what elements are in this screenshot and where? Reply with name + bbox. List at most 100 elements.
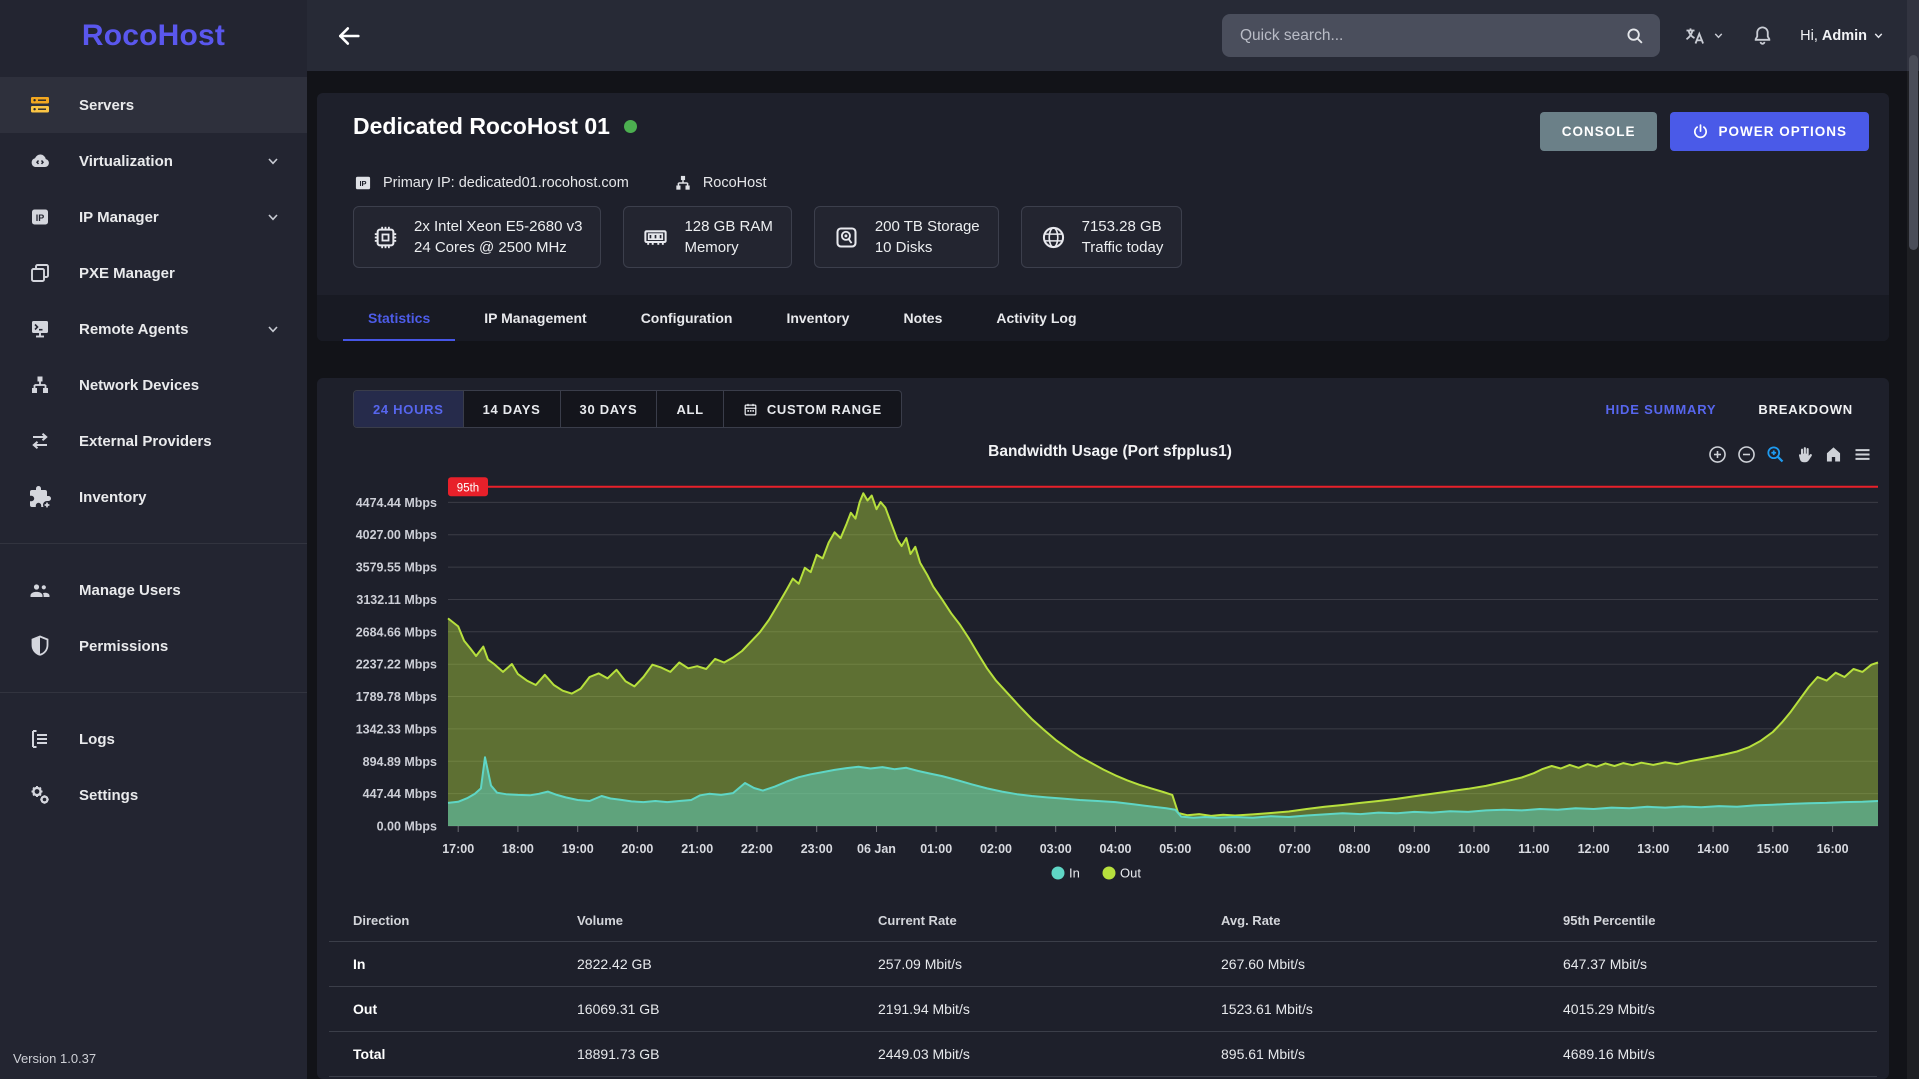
zoom-select-icon[interactable] <box>1765 444 1786 465</box>
tab-statistics[interactable]: Statistics <box>341 295 457 341</box>
summary-cell: 4015.29 Mbit/s <box>1563 986 1877 1031</box>
sidebar-item-network-devices[interactable]: Network Devices <box>0 357 307 413</box>
tab-notes[interactable]: Notes <box>876 295 969 341</box>
pan-hand-icon[interactable] <box>1794 444 1815 465</box>
sidebar-item-settings[interactable]: Settings <box>0 767 307 823</box>
ram-icon <box>642 224 669 251</box>
notifications-button[interactable] <box>1751 24 1774 47</box>
sidebar-item-label: Servers <box>79 97 134 114</box>
summary-cell: Total <box>329 1031 577 1076</box>
svg-text:09:00: 09:00 <box>1398 842 1430 856</box>
zoom-in-icon[interactable] <box>1707 444 1728 465</box>
range-button-all[interactable]: ALL <box>657 391 723 427</box>
svg-text:IP: IP <box>36 213 45 223</box>
terminal-icon <box>28 317 52 341</box>
chevron-down-icon <box>1872 29 1885 42</box>
search-icon[interactable] <box>1624 25 1646 47</box>
summary-cell: 647.37 Mbit/s <box>1563 941 1877 986</box>
summary-column-avg-rate: Avg. Rate <box>1221 900 1563 941</box>
range-button-custom-range[interactable]: CUSTOM RANGE <box>724 391 901 427</box>
legend-item-in[interactable]: In <box>1052 866 1080 881</box>
sidebar: RocoHost Servers Virtualization IP IP Ma… <box>0 0 307 1079</box>
range-button-24-hours[interactable]: 24 HOURS <box>354 391 464 427</box>
range-button-30-days[interactable]: 30 DAYS <box>561 391 658 427</box>
summary-header-row: DirectionVolumeCurrent RateAvg. Rate95th… <box>329 900 1877 941</box>
svg-text:13:00: 13:00 <box>1637 842 1669 856</box>
back-button[interactable] <box>335 22 363 50</box>
sidebar-item-remote-agents[interactable]: Remote Agents <box>0 301 307 357</box>
sidebar-item-ip-manager[interactable]: IP IP Manager <box>0 189 307 245</box>
version-label: Version 1.0.37 <box>13 1051 96 1066</box>
spec-ram: 128 GB RAMMemory <box>623 206 791 268</box>
scrollbar-thumb[interactable] <box>1909 55 1918 250</box>
topbar: Hi, Admin <box>307 0 1919 71</box>
spec-traffic: 7153.28 GBTraffic today <box>1021 206 1183 268</box>
summary-cell: Out <box>329 986 577 1031</box>
globe-icon <box>1040 224 1067 251</box>
sidebar-item-label: Virtualization <box>79 153 173 170</box>
power-options-button[interactable]: POWER OPTIONS <box>1670 112 1869 151</box>
summary-column-95th-percentile: 95th Percentile <box>1563 900 1877 941</box>
svg-text:18:00: 18:00 <box>502 842 534 856</box>
tab-configuration[interactable]: Configuration <box>614 295 760 341</box>
sidebar-item-manage-users[interactable]: Manage Users <box>0 562 307 618</box>
page-title: Dedicated RocoHost 01 <box>353 113 610 140</box>
svg-text:23:00: 23:00 <box>801 842 833 856</box>
svg-text:04:00: 04:00 <box>1100 842 1132 856</box>
zoom-out-icon[interactable] <box>1736 444 1757 465</box>
sidebar-item-permissions[interactable]: Permissions <box>0 618 307 674</box>
sidebar-item-label: Inventory <box>79 489 147 506</box>
sidebar-item-label: External Providers <box>79 433 212 450</box>
svg-text:1342.33 Mbps: 1342.33 Mbps <box>356 722 437 736</box>
page-scrollbar[interactable] <box>1907 0 1919 1079</box>
summary-cell: 1523.61 Mbit/s <box>1221 986 1563 1031</box>
console-button[interactable]: CONSOLE <box>1540 112 1658 151</box>
brand-logo[interactable]: RocoHost <box>0 0 307 71</box>
home-icon[interactable] <box>1823 444 1844 465</box>
svg-text:06:00: 06:00 <box>1219 842 1251 856</box>
svg-text:03:00: 03:00 <box>1040 842 1072 856</box>
sidebar-nav: Servers Virtualization IP IP Manager PXE… <box>0 77 307 823</box>
summary-cell: 2449.03 Mbit/s <box>878 1031 1221 1076</box>
sidebar-separator <box>0 543 307 544</box>
menu-icon[interactable] <box>1852 444 1873 465</box>
svg-text:4474.44 Mbps: 4474.44 Mbps <box>356 496 437 510</box>
svg-text:IP: IP <box>359 179 366 188</box>
svg-text:447.44 Mbps: 447.44 Mbps <box>363 787 437 801</box>
language-menu[interactable] <box>1683 24 1725 48</box>
sidebar-item-virtualization[interactable]: Virtualization <box>0 133 307 189</box>
ip-badge-icon: IP <box>353 173 373 193</box>
chevron-down-icon <box>265 209 281 225</box>
network-tree-icon <box>28 373 52 397</box>
legend-item-out[interactable]: Out <box>1103 866 1142 881</box>
sidebar-item-external-providers[interactable]: External Providers <box>0 413 307 469</box>
sidebar-item-logs[interactable]: Logs <box>0 711 307 767</box>
summary-column-volume: Volume <box>577 900 878 941</box>
tab-ip-management[interactable]: IP Management <box>457 295 613 341</box>
tab-activity-log[interactable]: Activity Log <box>969 295 1103 341</box>
breakdown-button[interactable]: BREAKDOWN <box>1758 402 1853 417</box>
host-group: RocoHost <box>673 173 767 193</box>
puzzle-plus-icon <box>28 485 52 509</box>
svg-text:3132.11 Mbps: 3132.11 Mbps <box>356 593 437 607</box>
sidebar-item-pxe-manager[interactable]: PXE Manager <box>0 245 307 301</box>
summary-cell: 895.61 Mbit/s <box>1221 1031 1563 1076</box>
hide-summary-button[interactable]: HIDE SUMMARY <box>1605 402 1716 417</box>
sidebar-item-servers[interactable]: Servers <box>0 77 307 133</box>
bandwidth-chart-area[interactable]: Bandwidth Usage (Port sfpplus1)0.00 Mbps… <box>317 434 1889 894</box>
summary-controls: HIDE SUMMARY BREAKDOWN <box>1605 402 1853 417</box>
svg-text:Out: Out <box>1120 866 1141 881</box>
svg-text:19:00: 19:00 <box>562 842 594 856</box>
tab-inventory[interactable]: Inventory <box>759 295 876 341</box>
svg-text:17:00: 17:00 <box>442 842 474 856</box>
search-input[interactable] <box>1222 27 1624 45</box>
user-menu[interactable]: Hi, Admin <box>1800 28 1885 44</box>
chevron-down-icon <box>265 321 281 337</box>
server-info-row: IP Primary IP: dedicated01.rocohost.com … <box>353 173 766 193</box>
calendar-icon <box>743 402 758 417</box>
sidebar-item-label: IP Manager <box>79 209 159 226</box>
range-button-14-days[interactable]: 14 DAYS <box>464 391 561 427</box>
summary-cell: 16069.31 GB <box>577 986 878 1031</box>
sidebar-item-inventory[interactable]: Inventory <box>0 469 307 525</box>
svg-text:06 Jan: 06 Jan <box>857 842 896 856</box>
